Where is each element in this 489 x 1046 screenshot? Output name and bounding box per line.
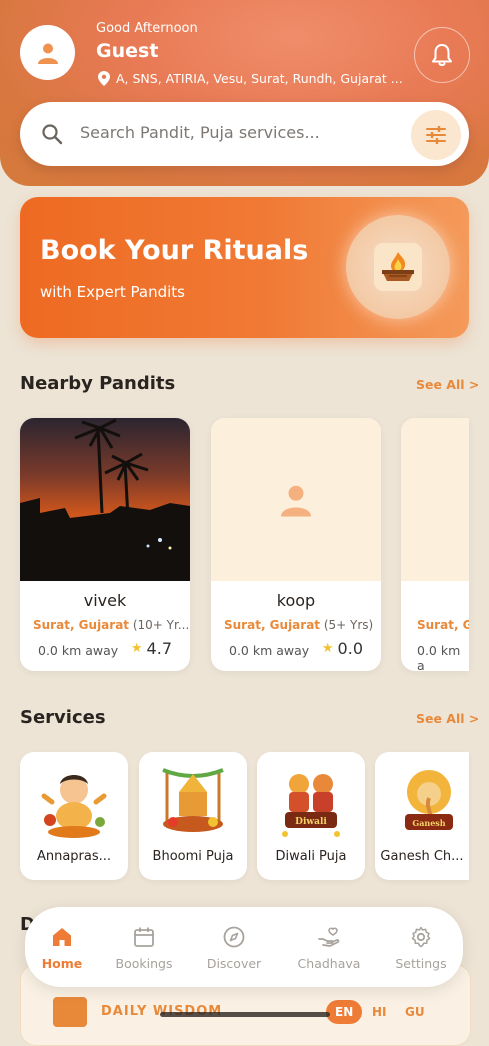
location-row[interactable]: A, SNS, ATIRIA, Vesu, Surat, Rundh, Guja…	[98, 71, 403, 86]
nav-chadhava[interactable]: Chadhava	[289, 925, 369, 971]
nearby-pandits-title: Nearby Pandits	[20, 373, 176, 394]
calendar-icon	[134, 927, 154, 947]
pandit-location: Surat, G	[417, 618, 469, 632]
ganesh-chaturthi-illustration: Ganesh	[405, 770, 453, 830]
pandit-card-koop[interactable]: koop Surat, Gujarat (5+ Yrs) 0.0 km away…	[211, 418, 381, 671]
service-label: Ganesh Ch...	[380, 849, 464, 864]
nav-settings[interactable]: Settings	[381, 925, 461, 971]
nav-discover[interactable]: Discover	[194, 925, 274, 971]
nav-label: Chadhava	[297, 956, 361, 971]
pandit-experience: (5+ Yrs)	[323, 618, 374, 632]
pandit-card-vivek[interactable]: vivek Surat, Gujarat (10+ Yr... 0.0 km a…	[20, 418, 190, 671]
user-placeholder-icon	[281, 485, 311, 516]
svg-text:Diwali: Diwali	[295, 817, 327, 827]
service-label: Annapras...	[36, 849, 112, 864]
banner-icon-circle	[346, 215, 450, 319]
pandit-distance: 0.0 km a	[417, 643, 461, 671]
lang-hi-button[interactable]: HI	[372, 1005, 387, 1019]
compass-icon	[223, 926, 245, 948]
pandit-photo-placeholder	[401, 418, 469, 581]
pandit-city: Surat, G	[417, 618, 469, 632]
banner-title: Book Your Rituals	[40, 235, 309, 266]
offering-hand-icon	[318, 927, 340, 947]
nav-label: Discover	[206, 956, 262, 971]
pandit-location: Surat, Gujarat (10+ Yr...	[33, 618, 189, 632]
nav-home[interactable]: Home	[22, 925, 102, 971]
sliders-icon	[426, 126, 446, 144]
bell-icon	[432, 44, 452, 66]
book-rituals-banner[interactable]: Book Your Rituals with Expert Pandits	[20, 197, 469, 338]
lang-gu-button[interactable]: GU	[405, 1005, 425, 1019]
user-icon	[37, 43, 58, 64]
banner-subtitle: with Expert Pandits	[40, 283, 185, 301]
pandit-name: koop	[276, 591, 316, 610]
service-card-annaprashan[interactable]: Annapras...	[20, 752, 128, 880]
search-input[interactable]: Search Pandit, Puja services...	[80, 123, 320, 142]
service-card-diwali-puja[interactable]: Diwali Diwali Puja	[257, 752, 365, 880]
havan-fire-icon	[374, 243, 422, 291]
pandit-rating-value: 4.7	[146, 639, 172, 658]
nav-bookings[interactable]: Bookings	[104, 925, 184, 971]
greeting-text: Good Afternoon	[96, 21, 198, 36]
services-see-all-link[interactable]: See All >	[416, 711, 479, 726]
pandit-distance: 0.0 km away	[229, 643, 310, 658]
bottom-navigation: Home Bookings Discover Chadhava Settings	[25, 907, 463, 987]
location-pin-icon	[98, 71, 110, 86]
nav-label: Settings	[395, 956, 447, 971]
gesture-bar	[160, 1012, 330, 1017]
annaprashan-illustration	[41, 775, 107, 838]
pandit-city: Surat, Gujarat	[33, 618, 130, 632]
pandit-name: vivek	[83, 591, 127, 610]
pandit-photo-placeholder	[211, 418, 381, 581]
filter-button[interactable]	[411, 110, 461, 160]
service-label: Bhoomi Puja	[152, 849, 234, 864]
profile-avatar[interactable]	[20, 25, 75, 80]
pandit-experience: (10+ Yr...	[132, 618, 190, 632]
svg-text:Ganesh: Ganesh	[412, 818, 445, 828]
search-icon	[42, 124, 63, 145]
pandit-card-partial[interactable]: Surat, G 0.0 km a	[401, 418, 469, 671]
notifications-button[interactable]	[414, 27, 470, 83]
pandit-rating: ★ 0.0	[322, 639, 363, 658]
home-icon	[53, 928, 71, 946]
user-name: Guest	[96, 40, 159, 62]
lang-en-button[interactable]: EN	[326, 1000, 363, 1024]
nearby-see-all-link[interactable]: See All >	[416, 377, 479, 392]
pandit-location: Surat, Gujarat (5+ Yrs)	[224, 618, 373, 632]
location-text: A, SNS, ATIRIA, Vesu, Surat, Rundh, Guja…	[116, 71, 403, 86]
nav-label: Bookings	[115, 956, 173, 971]
pandit-photo	[20, 418, 190, 581]
star-icon: ★	[130, 641, 143, 656]
search-bar[interactable]: Search Pandit, Puja services...	[20, 102, 469, 166]
star-icon: ★	[321, 641, 334, 656]
pandit-distance: 0.0 km away	[38, 643, 119, 658]
pandit-rating: ★ 4.7	[131, 639, 172, 658]
book-icon	[53, 997, 87, 1027]
pandit-rating-value: 0.0	[337, 639, 363, 658]
pandit-city: Surat, Gujarat	[224, 618, 321, 632]
service-card-bhoomi-puja[interactable]: Bhoomi Puja	[139, 752, 247, 880]
service-card-ganesh-chaturthi[interactable]: Ganesh Ganesh Ch...	[375, 752, 469, 880]
service-label: Diwali Puja	[275, 849, 347, 864]
diwali-puja-illustration: Diwali	[282, 774, 340, 837]
nav-label: Home	[41, 956, 83, 971]
bhoomi-puja-illustration	[162, 768, 224, 832]
services-title: Services	[20, 707, 106, 728]
gear-icon	[411, 926, 431, 948]
